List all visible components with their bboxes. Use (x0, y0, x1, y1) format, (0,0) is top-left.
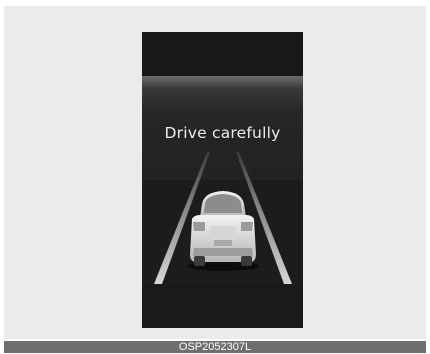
cluster-display: Drive carefully (142, 32, 303, 328)
drive-carefully-message: Drive carefully (164, 124, 281, 142)
figure-code: OSP2052307L (178, 341, 252, 353)
car-rear-icon (187, 191, 259, 271)
figure-caption-bar: OSP2052307L (4, 341, 426, 353)
figure-frame: Drive carefully (4, 6, 426, 339)
lane-lines-icon (142, 152, 303, 328)
